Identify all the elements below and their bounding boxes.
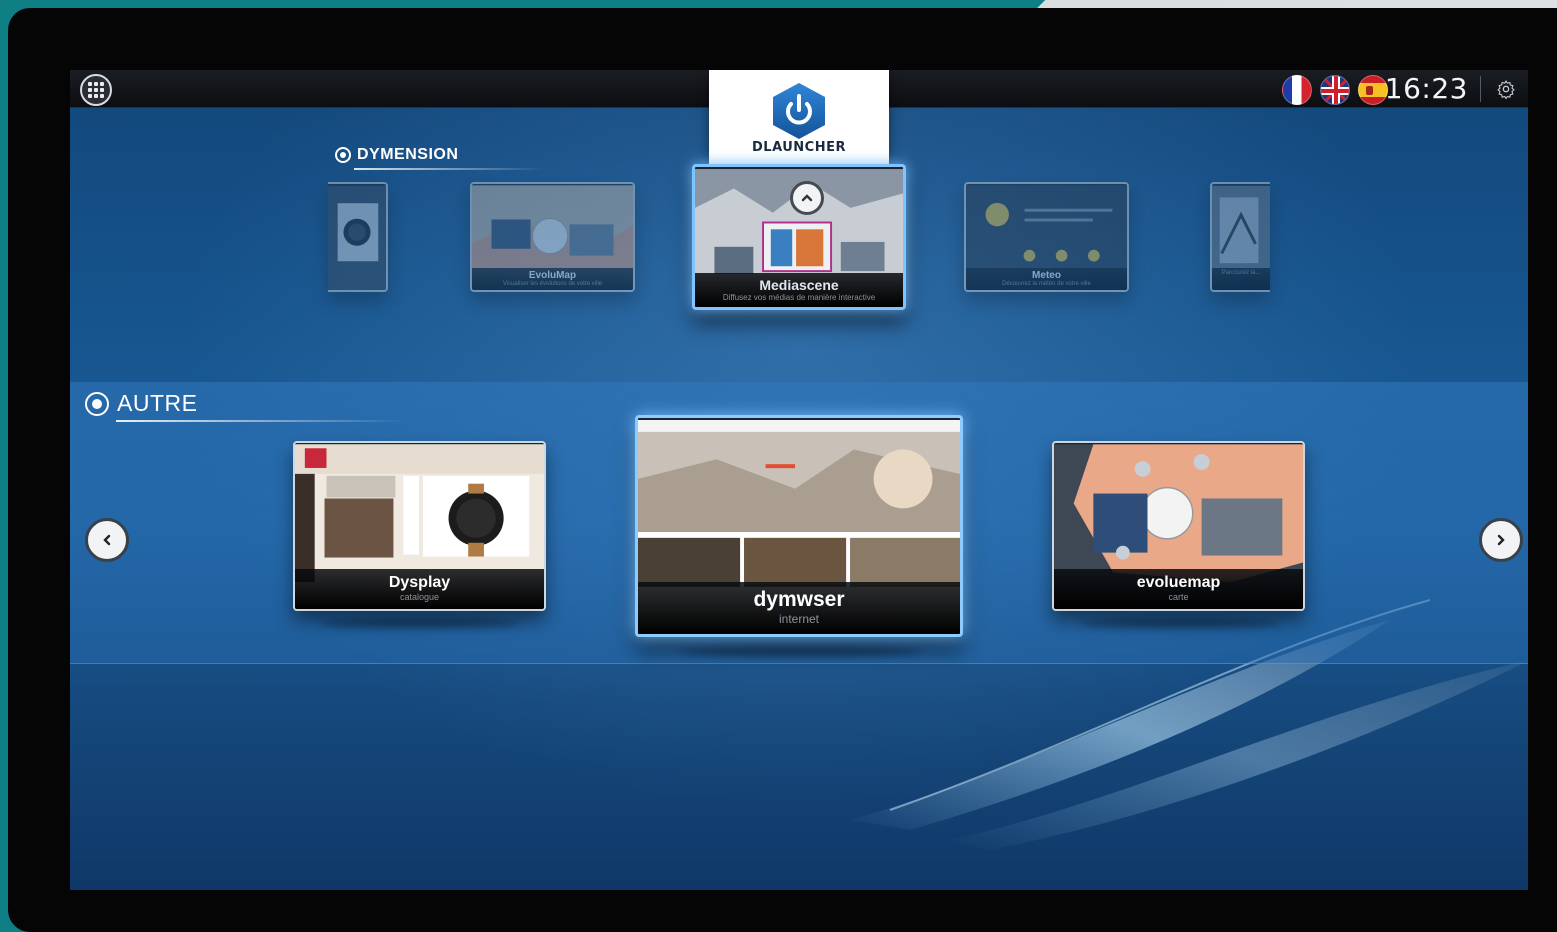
app-card-mediascene[interactable]: Mediascene Diffusez vos médias de manièr…: [692, 164, 906, 310]
app-thumbnail: [328, 185, 386, 290]
app-card-meteo[interactable]: Meteo Découvrez la météo de votre ville: [964, 182, 1129, 292]
language-selector: [1282, 75, 1388, 105]
card-subtitle: Découvrez la météo de votre ville: [1002, 281, 1091, 287]
launcher-name: DLAUNCHER: [752, 140, 846, 155]
app-card-partial-right[interactable]: Parcourez la...: [1210, 182, 1270, 292]
apps-grid-button[interactable]: [80, 74, 112, 106]
app-card-partial-left[interactable]: [328, 182, 388, 292]
radio-icon: [85, 391, 109, 416]
card-title: evoluemap: [1136, 574, 1221, 591]
launcher-screen: 16:23 DLAUNCHER DYMENSION EvoluMap Visua…: [70, 70, 1528, 890]
chevron-left-icon: [103, 534, 111, 546]
app-card-dysplay[interactable]: Dysplay catalogue: [293, 441, 546, 611]
card-subtitle: Visualiser les évolutions de votre ville: [502, 281, 603, 287]
gear-icon[interactable]: [1496, 79, 1516, 99]
section-dymension-header: DYMENSION: [335, 146, 458, 164]
divider: [354, 168, 544, 170]
divider: [1480, 76, 1481, 102]
next-button[interactable]: [1479, 518, 1523, 562]
clock: 16:23: [1384, 72, 1468, 105]
flag-english-icon[interactable]: [1320, 75, 1350, 105]
power-icon: [773, 83, 825, 139]
flag-spanish-icon[interactable]: [1358, 75, 1388, 105]
device-bezel: 16:23 DLAUNCHER DYMENSION EvoluMap Visua…: [8, 8, 1557, 932]
card-title: Mediascene: [759, 277, 839, 293]
divider: [116, 420, 406, 422]
flag-french-icon[interactable]: [1282, 75, 1312, 105]
card-subtitle: Parcourez la...: [1221, 270, 1261, 276]
section-title: AUTRE: [117, 390, 198, 416]
dlauncher-tab[interactable]: DLAUNCHER: [709, 70, 889, 174]
grid-icon: [88, 82, 104, 98]
app-card-evoluemap[interactable]: evoluemap carte: [1052, 441, 1305, 611]
card-title: Dysplay: [388, 574, 451, 591]
chevron-up-icon[interactable]: [790, 181, 824, 215]
card-title: Meteo: [1032, 270, 1061, 281]
card-subtitle: carte: [1168, 592, 1189, 602]
card-title: dymwser: [753, 588, 845, 611]
card-subtitle: catalogue: [399, 592, 440, 602]
card-subtitle: Diffusez vos médias de manière interacti…: [722, 293, 876, 302]
chevron-right-icon: [1497, 534, 1505, 546]
app-card-dymwser[interactable]: dymwser internet: [635, 415, 963, 637]
radio-icon: [335, 147, 351, 163]
card-subtitle: internet: [778, 612, 820, 626]
section-title: DYMENSION: [357, 146, 459, 163]
app-card-evolumap[interactable]: EvoluMap Visualiser les évolutions de vo…: [470, 182, 635, 292]
previous-button[interactable]: [85, 518, 129, 562]
section-autre-header: AUTRE: [85, 390, 197, 417]
card-title: EvoluMap: [528, 270, 577, 281]
